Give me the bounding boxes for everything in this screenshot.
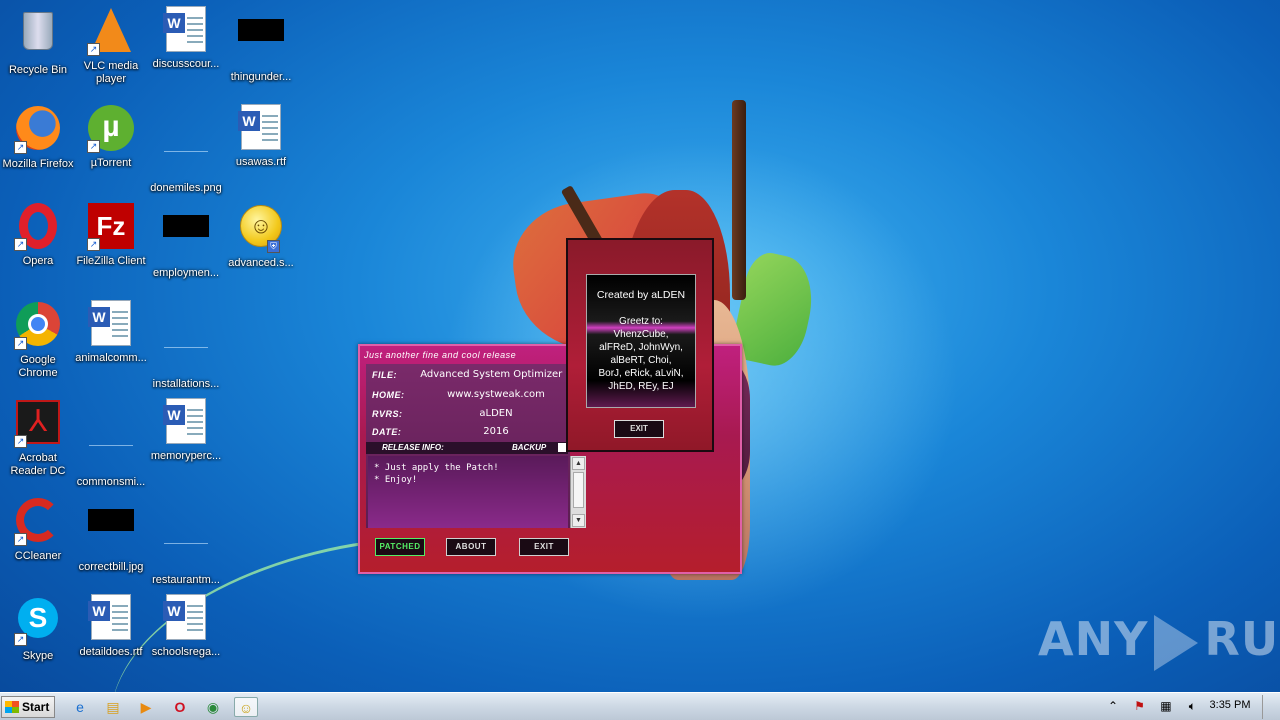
word-document-icon: W [162, 594, 210, 642]
image-file-icon [87, 509, 135, 557]
acrobat-icon: ⅄ ↗ [14, 400, 62, 448]
word-document-icon: W [162, 6, 210, 54]
release-notes: * Just apply the Patch! * Enjoy! [368, 456, 568, 528]
network-icon[interactable]: ▦ [1157, 697, 1175, 715]
desktop-icon-discusscour[interactable]: W discusscour... [148, 6, 224, 71]
play-icon [1154, 614, 1199, 671]
image-file-icon [162, 215, 210, 263]
desktop-icon-advanced[interactable]: ☺ ⛨ advanced.s... [223, 202, 299, 270]
system-tray: ⌃ ⚑ ▦ 🔈︎ [1104, 697, 1205, 717]
blank-file-icon [162, 130, 210, 178]
vlc-icon: ↗ [87, 8, 135, 56]
word-document-icon: W [162, 398, 210, 446]
file-value: Advanced System Optimizer 3 [420, 369, 572, 380]
filezilla-icon: Fz ↗ [87, 203, 135, 251]
scroll-up-arrow-icon[interactable]: ▲ [572, 457, 585, 470]
firefox-icon: ↗ [14, 106, 62, 154]
desktop-icon-acrobat[interactable]: ⅄ ↗ Acrobat Reader DC [0, 398, 76, 478]
clock[interactable]: 3:35 PM [1200, 699, 1260, 711]
desktop-icon-detaildoes[interactable]: W detaildoes.rtf [73, 594, 149, 659]
desktop-icon-commonsmi[interactable]: commonsmi... [73, 398, 149, 489]
desktop-icon-chrome[interactable]: ↗ Google Chrome [0, 300, 76, 380]
desktop-icon-animalcomm[interactable]: W animalcomm... [73, 300, 149, 365]
smiley-icon[interactable]: ☺ [234, 697, 258, 717]
volume-icon[interactable]: 🔈︎ [1183, 697, 1201, 715]
desktop: Recycle Bin ↗ Mozilla Firefox ↗ Opera ↗ … [0, 0, 1280, 692]
desktop-icon-thingunder[interactable]: thingunder... [223, 6, 299, 84]
release-info-bar: RELEASE INFO: BACKUP [366, 442, 568, 454]
desktop-icon-skype[interactable]: S ↗ Skype [0, 594, 76, 663]
rvrs-value: aLDEN [479, 408, 513, 419]
scroll-down-arrow-icon[interactable]: ▼ [572, 514, 585, 527]
utorrent-icon: µ ↗ [87, 105, 135, 153]
blank-file-icon [162, 522, 210, 570]
desktop-icon-installations[interactable]: installations... [148, 300, 224, 391]
desktop-icon-vlc[interactable]: ↗ VLC media player [73, 6, 149, 86]
smiley-icon: ☺ ⛨ [237, 205, 285, 253]
scroll-thumb[interactable] [573, 472, 584, 508]
home-field: HOME: www.systweak.com [366, 388, 566, 404]
patcher-title: Just another fine and cool release [364, 350, 517, 360]
media-player-icon[interactable]: ▶ [134, 697, 158, 717]
word-document-icon: W [87, 300, 135, 348]
desktop-icon-employmen[interactable]: employmen... [148, 202, 224, 280]
ccleaner-icon: ↗ [14, 498, 62, 546]
word-document-icon: W [237, 104, 285, 152]
chevron-up-icon[interactable]: ⌃ [1104, 697, 1122, 715]
desktop-icon-usawas[interactable]: W usawas.rtf [223, 104, 299, 169]
file-field: FILE: Advanced System Optimizer 3 [366, 368, 572, 384]
word-document-icon: W [87, 594, 135, 642]
created-by-text: Created by aLDEN [596, 289, 686, 301]
chrome-icon[interactable]: ◉ [201, 697, 225, 717]
chrome-icon: ↗ [14, 302, 62, 350]
exit-button[interactable]: EXIT [519, 538, 569, 556]
desktop-icon-donemiles[interactable]: donemiles.png [148, 104, 224, 195]
recycle-bin-icon [14, 12, 62, 60]
windows-logo-icon [5, 701, 19, 713]
desktop-icon-restaurantm[interactable]: restaurantm... [148, 496, 224, 587]
desktop-icon-recycle-bin[interactable]: Recycle Bin [0, 6, 76, 77]
desktop-icon-opera[interactable]: ↗ Opera [0, 202, 76, 268]
image-file-icon [237, 19, 285, 67]
date-field: DATE: 2016 [366, 425, 566, 441]
about-exit-button[interactable]: EXIT [614, 420, 664, 438]
about-window[interactable]: Created by aLDEN Greetz to: VhenzCube, a… [566, 238, 714, 452]
desktop-icon-schoolsrega[interactable]: W schoolsrega... [148, 594, 224, 659]
start-button[interactable]: Start [1, 696, 55, 718]
desktop-icon-correctbill[interactable]: correctbill.jpg [73, 496, 149, 574]
rvrs-field: RVRS: aLDEN [366, 407, 566, 423]
desktop-icon-memoryperc[interactable]: W memoryperc... [148, 398, 224, 463]
skype-icon: S ↗ [14, 598, 62, 646]
home-value: www.systweak.com [447, 389, 545, 400]
credits-box: Created by aLDEN Greetz to: VhenzCube, a… [586, 274, 696, 408]
desktop-icon-utorrent[interactable]: µ ↗ µTorrent [73, 104, 149, 170]
opera-icon: ↗ [14, 203, 62, 251]
patched-button[interactable]: PATCHED [375, 538, 425, 556]
desktop-icon-ccleaner[interactable]: ↗ CCleaner [0, 496, 76, 563]
blank-file-icon [162, 326, 210, 374]
blank-file-icon [87, 424, 135, 472]
about-button[interactable]: ABOUT [446, 538, 496, 556]
desktop-icon-firefox[interactable]: ↗ Mozilla Firefox [0, 104, 76, 171]
action-center-icon[interactable]: ⚑ [1130, 697, 1148, 715]
date-value: 2016 [483, 426, 509, 437]
internet-explorer-icon[interactable]: e [68, 697, 92, 717]
desktop-icon-filezilla[interactable]: Fz ↗ FileZilla Client [73, 202, 149, 268]
explorer-icon[interactable]: ▤ [101, 697, 125, 717]
show-desktop-button[interactable] [1262, 695, 1278, 719]
notes-scrollbar[interactable]: ▲ ▼ [570, 456, 586, 528]
opera-icon[interactable]: O [168, 697, 192, 717]
taskbar: Start e ▤ ▶ O ◉ ☺ ⌃ ⚑ ▦ 🔈︎ 3:35 PM [0, 692, 1280, 720]
anyrun-watermark: ANYRUN [1038, 612, 1280, 672]
